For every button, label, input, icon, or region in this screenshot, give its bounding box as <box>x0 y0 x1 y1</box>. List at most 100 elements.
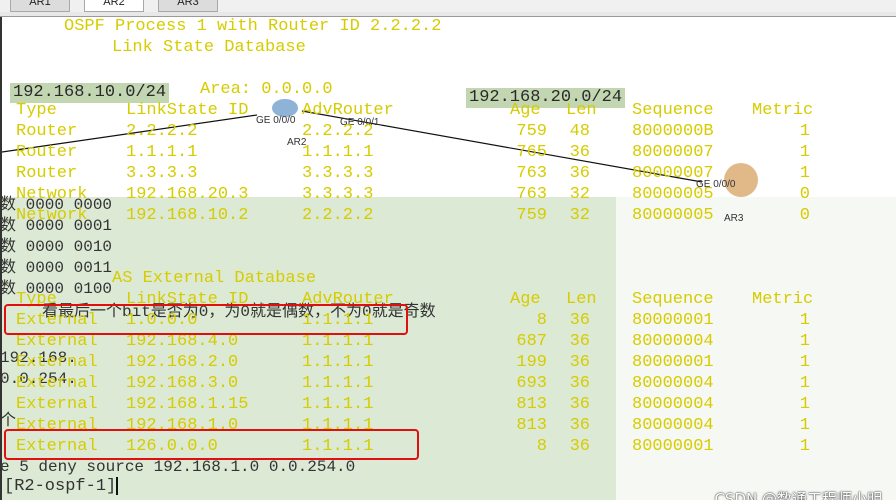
table-cell: 1 <box>799 143 810 162</box>
table-cell: 763 <box>516 185 547 204</box>
command-prompt[interactable]: [R2-ospf-1] <box>4 476 119 497</box>
table-cell: 36 <box>569 395 590 414</box>
ospf-process-line: OSPF Process 1 with Router ID 2.2.2.2 <box>64 17 442 36</box>
table-cell: 80000007 <box>632 164 714 183</box>
table-cell: 80000001 <box>632 311 714 330</box>
table-cell: 765 <box>516 143 547 162</box>
column-header: Sequence <box>632 290 714 309</box>
table-cell: Router <box>16 164 78 183</box>
column-header: Len <box>566 101 597 120</box>
table-cell: 1.1.1.1 <box>302 353 374 372</box>
table-cell: 48 <box>569 122 590 141</box>
table-cell: 3.3.3.3 <box>126 164 198 183</box>
table-cell: 3.3.3.3 <box>302 185 374 204</box>
table-cell: External <box>16 395 98 414</box>
table-cell: 1.1.1.1 <box>302 395 374 414</box>
table-cell: 36 <box>569 143 590 162</box>
column-header: Len <box>566 290 597 309</box>
table-cell: 693 <box>516 374 547 393</box>
table-cell: Network <box>16 206 88 225</box>
column-header: Metric <box>752 290 814 309</box>
overlay-text: e 5 deny source 192.168.1.0 0.0.254.0 <box>2 458 356 476</box>
table-cell: 36 <box>569 164 590 183</box>
table-cell: Router <box>16 143 78 162</box>
interface-label: GE 0/0/0 <box>256 115 296 126</box>
table-cell: 0 <box>799 185 810 204</box>
column-header: Type <box>16 101 57 120</box>
table-cell: 1 <box>799 416 810 435</box>
table-cell: 1 <box>799 332 810 351</box>
table-cell: 36 <box>569 353 590 372</box>
column-header: AdvRouter <box>302 101 394 120</box>
table-cell: 759 <box>516 122 547 141</box>
table-cell: 1.1.1.1 <box>126 143 198 162</box>
table-cell: 80000004 <box>632 374 714 393</box>
table-cell: 1 <box>799 122 810 141</box>
column-header: Age <box>510 290 541 309</box>
terminal-console[interactable]: 192.168.10.0/24 192.168.20.0/24 GE 0/0/0… <box>2 17 896 500</box>
overlay-text: 数 0000 0010 <box>2 238 113 256</box>
table-cell: 36 <box>569 311 590 330</box>
table-cell: 80000007 <box>632 143 714 162</box>
area-line: Area: 0.0.0.0 <box>200 80 333 99</box>
external-db-title: AS External Database <box>112 269 317 288</box>
table-cell: 759 <box>516 206 547 225</box>
table-cell: 192.168.1.15 <box>126 395 249 414</box>
table-cell: 687 <box>516 332 547 351</box>
table-cell: 8000000B <box>632 122 714 141</box>
table-cell: 8 <box>536 311 547 330</box>
column-header: LinkState ID <box>126 101 249 120</box>
table-cell: 8 <box>536 437 547 456</box>
table-cell: 80000001 <box>632 437 714 456</box>
table-cell: 80000005 <box>632 206 714 225</box>
table-cell: 1 <box>799 353 810 372</box>
table-cell: 763 <box>516 164 547 183</box>
table-cell: 32 <box>569 206 590 225</box>
network-label-right: 192.168.20.0/24 <box>466 88 626 108</box>
column-header: Age <box>510 101 541 120</box>
table-cell: 192.168.2.0 <box>126 353 239 372</box>
table-cell: 2.2.2.2 <box>302 206 374 225</box>
table-cell: External <box>16 374 98 393</box>
column-header: Metric <box>752 101 814 120</box>
table-cell: 199 <box>516 353 547 372</box>
table-cell: 80000004 <box>632 332 714 351</box>
table-cell: 80000005 <box>632 185 714 204</box>
table-cell: 1 <box>799 374 810 393</box>
prompt-text: [R2-ospf-1] <box>4 477 117 496</box>
highlight-box-1 <box>4 304 408 335</box>
table-cell: 36 <box>569 416 590 435</box>
tab-ar2[interactable]: AR2 <box>84 0 144 12</box>
table-cell: 32 <box>569 185 590 204</box>
table-cell: 1.1.1.1 <box>302 374 374 393</box>
watermark: CSDN @数通工程师小明 <box>714 490 882 500</box>
table-cell: 80000004 <box>632 395 714 414</box>
tab-ar3[interactable]: AR3 <box>158 0 218 12</box>
table-cell: 192.168.10.2 <box>126 206 249 225</box>
table-cell: 1 <box>799 164 810 183</box>
table-cell: Network <box>16 185 88 204</box>
lsdb-title: Link State Database <box>112 38 306 57</box>
table-cell: 813 <box>516 395 547 414</box>
table-cell: 2.2.2.2 <box>302 122 374 141</box>
table-cell: 36 <box>569 437 590 456</box>
table-cell: 813 <box>516 416 547 435</box>
text-cursor <box>116 476 119 495</box>
tab-ar1[interactable]: AR1 <box>10 0 70 12</box>
table-cell: 1 <box>799 311 810 330</box>
table-cell: 192.168.3.0 <box>126 374 239 393</box>
highlight-box-2 <box>4 429 419 460</box>
table-cell: Router <box>16 122 78 141</box>
table-cell: 80000001 <box>632 353 714 372</box>
table-cell: External <box>16 353 98 372</box>
overlay-text: 数 0000 0011 <box>2 259 113 277</box>
table-cell: 2.2.2.2 <box>126 122 198 141</box>
router-label-ar3: AR3 <box>724 213 744 224</box>
table-cell: 192.168.20.3 <box>126 185 249 204</box>
column-header: Sequence <box>632 101 714 120</box>
table-cell: 3.3.3.3 <box>302 164 374 183</box>
table-cell: 1 <box>799 395 810 414</box>
table-cell: 36 <box>569 374 590 393</box>
table-cell: 1 <box>799 437 810 456</box>
table-cell: 80000004 <box>632 416 714 435</box>
